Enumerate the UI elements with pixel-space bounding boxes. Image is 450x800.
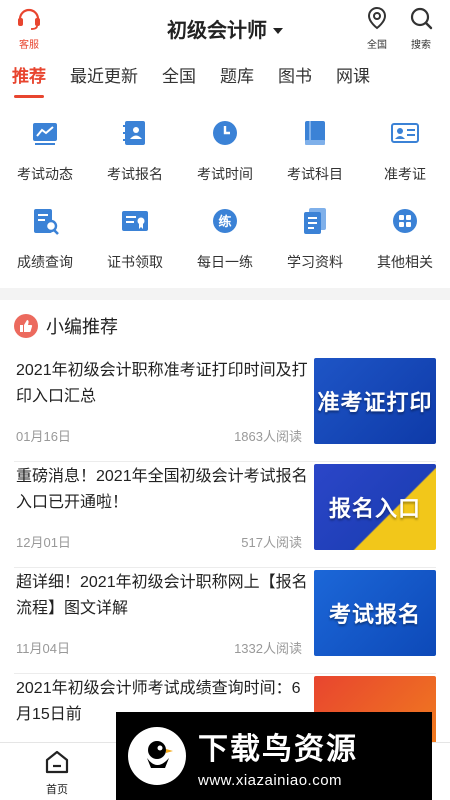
clock-icon	[213, 121, 237, 145]
watermark-title: 下载鸟资源	[198, 732, 358, 766]
article-read-count: 1863人阅读	[234, 429, 302, 444]
feature-grid: 考试动态 考试报名 考试时间 考试科目 准考证 成绩查询 证书领取 练 每日一练…	[0, 112, 450, 288]
site-watermark: 下载鸟资源 www.xiazainiao.com	[116, 712, 432, 800]
thumbnail-text: 报名入口	[328, 496, 421, 521]
grid-item-certificate[interactable]: 证书领取	[90, 200, 180, 288]
watermark-url: www.xiazainiao.com	[198, 771, 343, 789]
grid-item-others[interactable]: 其他相关	[360, 200, 450, 288]
thumbnail-text: 考试报名	[328, 602, 421, 627]
section-divider	[0, 288, 450, 300]
article-date: 01月16日	[16, 429, 71, 444]
article-title: 超详细！2021年初级会计职称网上【报名流程】图文详解	[16, 574, 308, 617]
article-thumbnail: 准考证打印	[314, 358, 436, 444]
article-title: 2021年初级会计职称准考证打印时间及打印入口汇总	[16, 362, 308, 405]
article-item[interactable]: 重磅消息！2021年全国初级会计考试报名入口已开通啦！ 12月01日 517人阅…	[14, 462, 436, 568]
article-thumbnail: 考试报名	[314, 570, 436, 656]
grid-item-daily-practice[interactable]: 练 每日一练	[180, 200, 270, 288]
search-label: 搜索	[411, 40, 431, 51]
grid-label: 考试科目	[287, 166, 343, 182]
grid-label: 学习资料	[287, 254, 343, 270]
grid-label: 准考证	[384, 166, 426, 182]
region-button[interactable]: 全国	[360, 6, 394, 51]
editor-picks-header: 小编推荐	[14, 312, 118, 340]
document-search-icon	[34, 209, 59, 235]
grid-label: 证书领取	[107, 254, 163, 270]
grid-item-subjects[interactable]: 考试科目	[270, 112, 360, 200]
contact-book-icon	[123, 121, 145, 145]
location-pin-icon	[367, 6, 387, 30]
book-icon	[305, 121, 325, 145]
trend-chart-icon	[33, 123, 57, 145]
section-title: 小编推荐	[46, 317, 118, 337]
grid-label: 考试动态	[17, 166, 73, 182]
id-card-icon	[391, 123, 419, 143]
article-read-count: 517人阅读	[241, 535, 302, 550]
region-label: 全国	[367, 40, 387, 51]
grid-label: 考试报名	[107, 166, 163, 182]
grid-item-admission-ticket[interactable]: 准考证	[360, 112, 450, 200]
article-date: 12月01日	[16, 535, 71, 550]
page-title: 初级会计师	[167, 20, 267, 42]
article-read-count: 1332人阅读	[234, 641, 302, 656]
grid-item-exam-time[interactable]: 考试时间	[180, 112, 270, 200]
tab-national[interactable]: 全国	[162, 64, 196, 98]
grid-label: 考试时间	[197, 166, 253, 182]
tab-books[interactable]: 图书	[278, 64, 312, 98]
grid-label: 成绩查询	[17, 254, 73, 270]
grid-item-score-query[interactable]: 成绩查询	[0, 200, 90, 288]
tab-latest[interactable]: 最近更新	[70, 64, 138, 98]
tab-recommend[interactable]: 推荐	[12, 64, 46, 98]
search-button[interactable]: 搜索	[404, 6, 438, 51]
apps-grid-icon	[393, 209, 417, 233]
tab-courses[interactable]: 网课	[336, 64, 370, 98]
nav-home-label: 首页	[46, 784, 68, 796]
grid-label: 每日一练	[197, 254, 253, 270]
tab-question-bank[interactable]: 题库	[220, 64, 254, 98]
nav-home[interactable]: 首页	[27, 749, 87, 797]
grid-item-study-materials[interactable]: 学习资料	[270, 200, 360, 288]
article-item[interactable]: 超详细！2021年初级会计职称网上【报名流程】图文详解 11月04日 1332人…	[14, 568, 436, 674]
practice-icon: 练	[213, 209, 237, 233]
home-icon	[45, 750, 69, 774]
bird-logo-icon	[128, 727, 186, 785]
top-header: 客服 初级会计师 全国 搜索	[0, 0, 450, 56]
caret-down-icon	[273, 27, 283, 34]
thumbs-up-icon	[14, 314, 38, 338]
files-icon	[304, 208, 326, 234]
grid-label: 其他相关	[377, 254, 433, 270]
grid-item-exam-news[interactable]: 考试动态	[0, 112, 90, 200]
article-thumbnail: 报名入口	[314, 464, 436, 550]
certificate-icon	[122, 211, 148, 231]
article-date: 11月04日	[16, 641, 70, 656]
category-tabs: 推荐 最近更新 全国 题库 图书 网课	[0, 64, 450, 98]
article-item[interactable]: 2021年初级会计职称准考证打印时间及打印入口汇总 01月16日 1863人阅读…	[14, 356, 436, 462]
search-icon	[410, 7, 433, 30]
svg-text:练: 练	[218, 214, 231, 230]
article-title: 重磅消息！2021年全国初级会计考试报名入口已开通啦！	[16, 468, 308, 511]
grid-item-registration[interactable]: 考试报名	[90, 112, 180, 200]
thumbnail-text: 准考证打印	[317, 390, 433, 415]
